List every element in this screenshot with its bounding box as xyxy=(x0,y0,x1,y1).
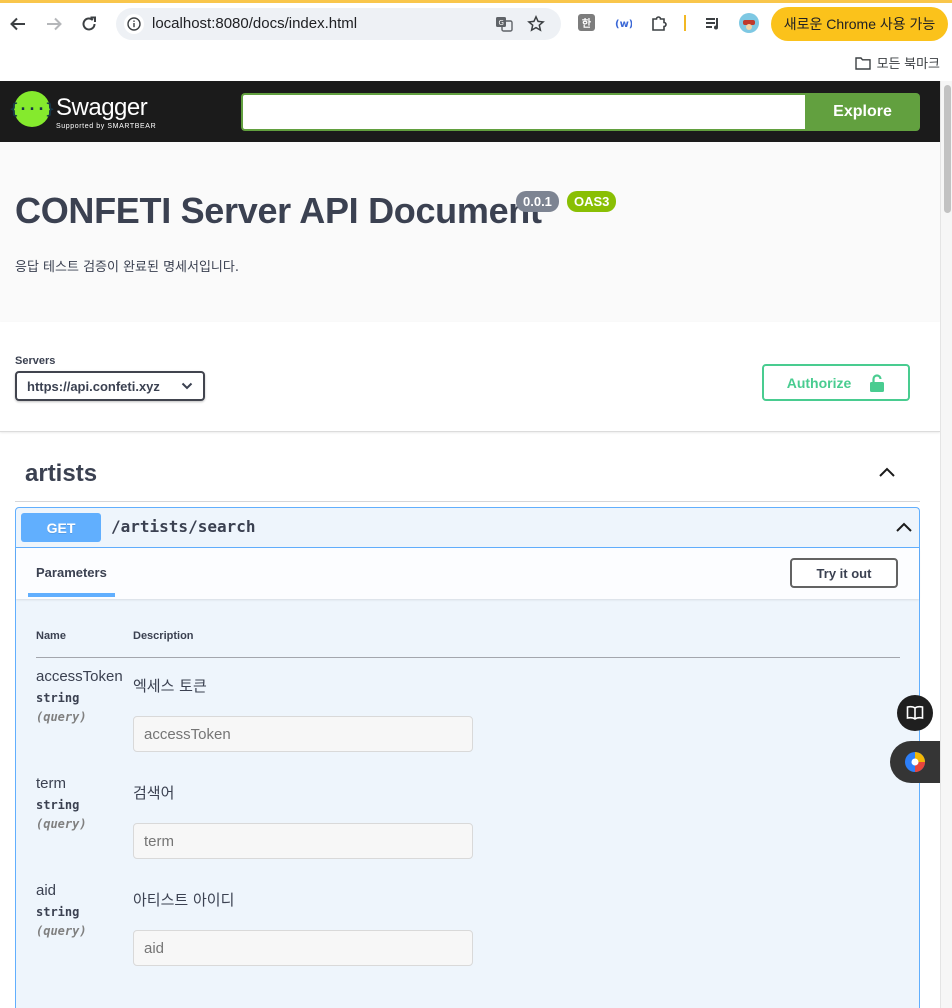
parameter-name: accessToken xyxy=(36,668,123,685)
parameter-type: string xyxy=(36,905,80,919)
wiremock-extension-icon[interactable]: (w) xyxy=(612,12,634,34)
try-it-out-button[interactable]: Try it out xyxy=(790,558,898,588)
site-info-icon[interactable] xyxy=(124,14,144,34)
servers-label: Servers xyxy=(15,355,56,367)
parameter-name: term xyxy=(36,775,66,792)
chrome-update-button[interactable]: 새로운 Chrome 사용 가능 xyxy=(771,7,948,41)
oas-badge: OAS3 xyxy=(567,191,617,212)
svg-text:(w): (w) xyxy=(615,19,632,30)
access-token-input[interactable] xyxy=(133,716,473,752)
term-input[interactable] xyxy=(133,823,473,859)
parameter-location: (query) xyxy=(36,710,87,724)
aid-input[interactable] xyxy=(133,930,473,966)
reload-icon[interactable] xyxy=(77,12,101,36)
swagger-logo-subtitle: Supported by SMARTBEAR xyxy=(56,123,157,130)
scheme-container: Servers https://api.confeti.xyz Authoriz… xyxy=(0,322,940,432)
http-method-badge: GET xyxy=(21,513,101,542)
scrollbar-thumb[interactable] xyxy=(944,85,951,213)
book-icon xyxy=(906,705,924,720)
tab-parameters[interactable]: Parameters xyxy=(36,565,107,580)
browser-toolbar: localhost:8080/docs/index.html G 한 (w) 새… xyxy=(0,0,952,48)
forward-icon[interactable] xyxy=(42,12,66,36)
version-badge: 0.0.1 xyxy=(516,191,559,212)
profile-avatar[interactable] xyxy=(737,11,761,35)
reading-mode-button[interactable] xyxy=(897,695,933,731)
all-bookmarks-button[interactable]: 모든 북마크 xyxy=(854,53,940,72)
color-orb-icon xyxy=(905,752,925,772)
korean-extension-icon[interactable]: 한 xyxy=(578,14,595,31)
unlock-icon xyxy=(870,373,885,392)
operation-path: /artists/search xyxy=(111,517,256,536)
server-select[interactable]: https://api.confeti.xyz xyxy=(15,371,205,401)
parameter-type: string xyxy=(36,798,80,812)
explore-button[interactable]: Explore xyxy=(805,93,920,131)
back-icon[interactable] xyxy=(6,12,30,36)
swagger-logo-icon: {···} xyxy=(9,91,55,127)
parameter-description: 아티스트 아이디 xyxy=(133,891,235,909)
spec-url-input[interactable] xyxy=(241,93,805,131)
authorize-label: Authorize xyxy=(786,374,852,391)
all-bookmarks-label: 모든 북마크 xyxy=(876,56,940,71)
tag-section-header[interactable]: artists xyxy=(15,446,920,502)
tab-active-indicator xyxy=(28,593,115,597)
chevron-down-icon xyxy=(181,382,193,390)
parameter-description: 엑세스 토큰 xyxy=(133,677,207,695)
table-header-divider xyxy=(36,657,900,658)
assistant-side-button[interactable] xyxy=(890,741,940,783)
swagger-logo-text: Swagger xyxy=(56,94,148,121)
chevron-up-icon[interactable] xyxy=(876,462,898,484)
column-header-name: Name xyxy=(36,630,66,642)
parameters-section-header: Parameters Try it out xyxy=(16,548,919,599)
api-info: CONFETI Server API Document 0.0.1 OAS3 응… xyxy=(0,142,940,322)
api-description: 응답 테스트 검증이 완료된 명세서입니다. xyxy=(15,260,239,275)
parameter-description: 검색어 xyxy=(133,784,175,802)
swagger-topbar: {···} Swagger Supported by SMARTBEAR Exp… xyxy=(0,81,940,142)
page-title: CONFETI Server API Document xyxy=(15,190,542,231)
server-selected-value: https://api.confeti.xyz xyxy=(27,378,160,394)
tag-name: artists xyxy=(25,460,98,487)
address-bar[interactable]: localhost:8080/docs/index.html G xyxy=(116,8,561,40)
svg-text:G: G xyxy=(499,19,504,27)
authorize-button[interactable]: Authorize xyxy=(762,364,910,401)
parameter-location: (query) xyxy=(36,924,87,938)
toolbar-divider xyxy=(680,12,690,34)
folder-icon xyxy=(854,56,871,70)
operation-block: GET /artists/search Parameters Try it ou… xyxy=(15,507,920,1008)
parameter-type: string xyxy=(36,691,80,705)
chevron-up-icon[interactable] xyxy=(893,517,915,539)
column-header-description: Description xyxy=(133,630,194,642)
translate-icon[interactable]: G xyxy=(494,14,514,34)
media-control-icon[interactable] xyxy=(702,12,724,34)
url-text[interactable]: localhost:8080/docs/index.html xyxy=(152,15,357,32)
parameter-location: (query) xyxy=(36,817,87,831)
parameter-name: aid xyxy=(36,882,57,899)
bookmarks-bar: 모든 북마크 xyxy=(0,48,952,76)
operation-summary[interactable]: GET /artists/search xyxy=(16,508,919,548)
bookmark-star-icon[interactable] xyxy=(526,14,546,34)
page-scrollbar[interactable] xyxy=(940,81,952,1008)
extensions-puzzle-icon[interactable] xyxy=(648,12,670,34)
